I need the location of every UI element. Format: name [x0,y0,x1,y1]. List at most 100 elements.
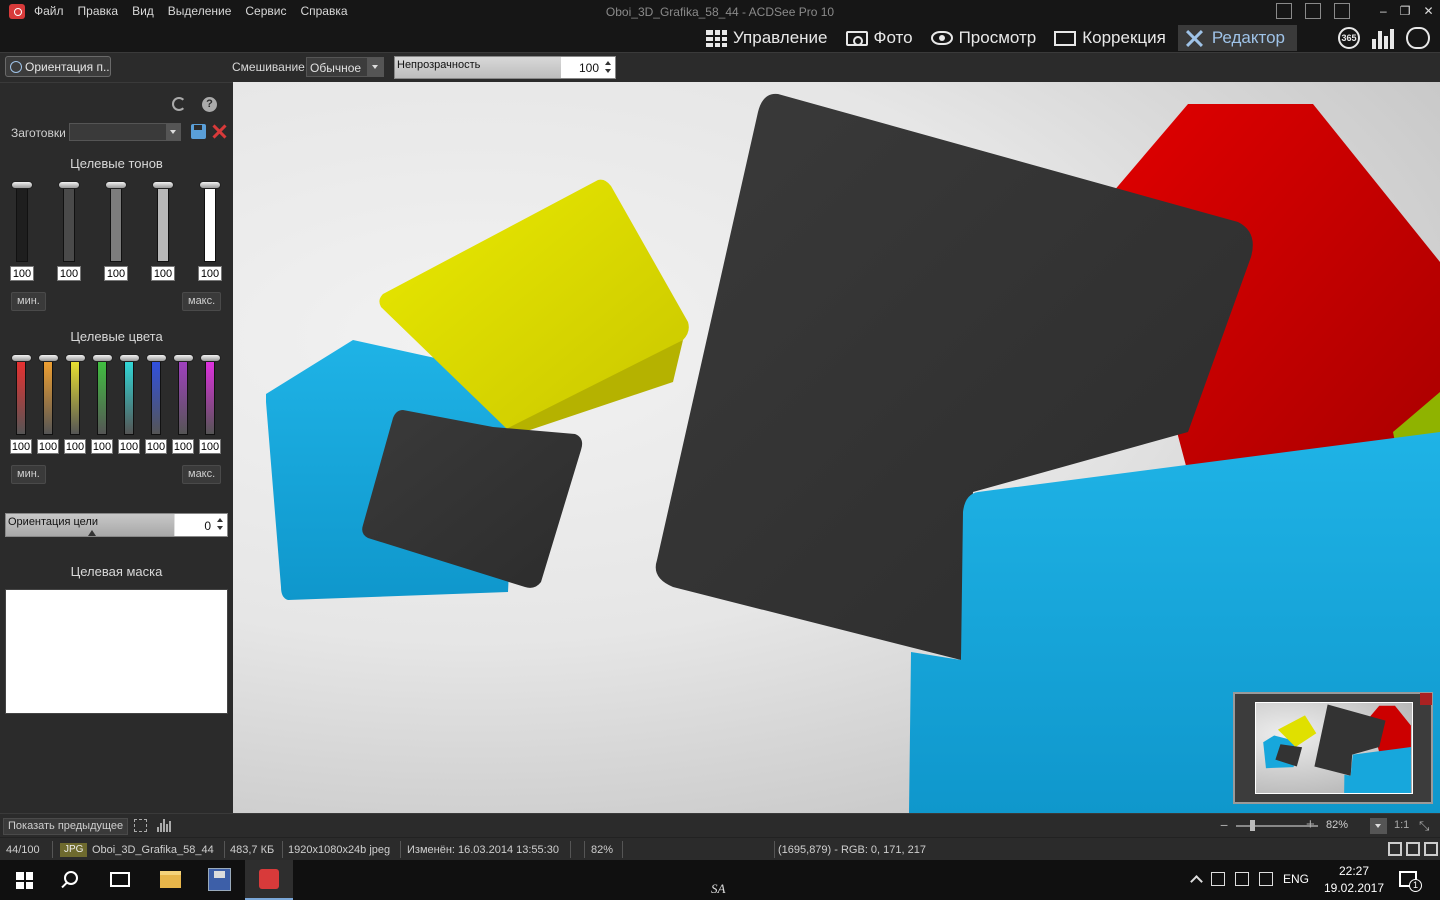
navigator-thumbnail[interactable] [1233,692,1433,804]
slider-knob[interactable] [146,354,167,362]
network-icon[interactable] [1235,872,1249,886]
view-mode-icon[interactable] [1388,842,1402,856]
tool-panel: ? Заготовки Целевые тонов 100 100 100 100 10… [0,82,233,813]
restore-button[interactable]: ❐ [1400,4,1411,18]
zoom-out-button[interactable]: − [1220,817,1228,833]
navigator-close-icon[interactable] [1420,693,1432,705]
tone-value-input[interactable]: 100 [104,266,128,281]
bottom-panel-toggle-icon[interactable] [1305,3,1321,19]
color-value-input[interactable]: 100 [64,439,86,454]
color-value-input[interactable]: 100 [172,439,194,454]
search-icon[interactable] [64,871,78,885]
help-icon[interactable]: ? [202,97,217,112]
fullscreen-icon[interactable] [134,819,147,832]
acdsee-taskbar-icon[interactable] [245,860,293,900]
image-index: 44/100 [6,844,40,856]
mode-view[interactable]: Просмотр [925,25,1049,51]
clock-date: 19.02.2017 [1323,881,1385,895]
slider-knob[interactable] [58,181,80,189]
zoom-dropdown[interactable] [1370,818,1387,834]
target-orientation-slider[interactable]: Ориентация цели 0 [5,513,228,537]
right-panel-toggle-icon[interactable] [1334,3,1350,19]
mode-editor[interactable]: Редактор [1177,25,1298,51]
zoom-in-button[interactable]: + [1306,816,1315,833]
slider-knob[interactable] [173,354,194,362]
target-orientation-tool-button[interactable]: Ориентация п... [5,56,111,77]
tones-min-button[interactable]: мин. [11,292,46,311]
show-previous-button[interactable]: Показать предыдущее [3,818,129,835]
image-canvas[interactable] [233,82,1440,813]
chevron-down-icon[interactable] [367,58,383,76]
tones-max-button[interactable]: макс. [182,292,222,311]
mode-develop[interactable]: Коррекция [1048,25,1178,51]
tone-value-input[interactable]: 100 [57,266,81,281]
blend-label: Смешивание: [232,60,309,74]
slider-thumb[interactable] [88,530,96,536]
save-preset-icon[interactable] [191,124,206,139]
spinner-icon[interactable] [605,61,612,73]
chevron-down-icon[interactable] [166,124,180,140]
fit-to-window-icon[interactable]: ⤡ [1419,819,1433,833]
slider-knob[interactable] [105,181,127,189]
spinner-icon[interactable] [217,518,224,530]
color-value-input[interactable]: 100 [145,439,167,454]
dashboard-icon[interactable] [1372,27,1394,49]
tone-value-input[interactable]: 100 [198,266,222,281]
tone-sliders: 100 100 100 100 100 [0,181,233,281]
chevron-up-icon[interactable] [1190,875,1203,888]
save-app-icon[interactable] [208,868,231,891]
clock[interactable]: 22:27 19.02.2017 [1318,863,1390,897]
slider-knob[interactable] [11,181,33,189]
volume-icon[interactable] [1259,872,1273,886]
slider-knob[interactable] [200,354,221,362]
color-slider-track [151,360,161,435]
checkmark-icon[interactable] [1424,842,1438,856]
file-explorer-icon[interactable] [160,871,181,888]
color-value-input[interactable]: 100 [37,439,59,454]
minimize-button[interactable]: – [1380,4,1387,18]
presets-select[interactable] [69,123,181,141]
actual-size-button[interactable]: 1:1 [1394,819,1409,831]
color-value-input[interactable]: 100 [199,439,221,454]
slider-knob[interactable] [38,354,59,362]
opacity-slider[interactable]: Непрозрачность 100 [394,56,616,79]
slider-knob[interactable] [119,354,140,362]
histogram-icon[interactable] [157,819,171,832]
slider-knob[interactable] [65,354,86,362]
zoom-slider-thumb[interactable] [1250,820,1255,831]
colors-min-button[interactable]: мин. [11,465,46,484]
color-value-input[interactable]: 100 [91,439,113,454]
orientation-value-input[interactable]: 0 [175,514,227,536]
acdsee-365-icon[interactable]: 365 [1338,27,1360,49]
show-icon[interactable] [1406,27,1430,49]
tone-slider-track [16,187,28,262]
slider-knob[interactable] [11,354,32,362]
mode-photo[interactable]: Фото [840,25,925,51]
grid-icon [706,29,727,47]
close-button[interactable]: ✕ [1423,4,1433,18]
orientation-label: Ориентация цели [8,516,98,528]
compare-icon[interactable] [1406,842,1420,856]
task-view-icon[interactable] [110,872,130,887]
mode-manage[interactable]: Управление [700,25,840,51]
navigator-viewport[interactable] [1255,702,1413,794]
delete-preset-icon[interactable] [212,124,227,139]
tone-value-input[interactable]: 100 [10,266,34,281]
usb-icon[interactable] [1211,872,1225,886]
opacity-value-input[interactable]: 100 [561,57,615,78]
colors-max-button[interactable]: макс. [182,465,222,484]
color-value-input[interactable]: 100 [118,439,140,454]
color-slider-track [205,360,215,435]
color-value-input[interactable]: 100 [10,439,32,454]
slider-knob[interactable] [152,181,174,189]
blend-mode-select[interactable]: Обычное [306,57,384,77]
reset-icon[interactable] [172,97,186,111]
status-zoom: 82% [591,844,614,856]
windows-start-icon[interactable] [16,872,33,889]
tone-value-input[interactable]: 100 [151,266,175,281]
language-indicator[interactable]: ENG [1283,872,1309,886]
left-panel-toggle-icon[interactable] [1276,3,1292,19]
modified-date: Изменён: 16.03.2014 13:55:30 [407,844,559,856]
slider-knob[interactable] [92,354,113,362]
slider-knob[interactable] [199,181,221,189]
